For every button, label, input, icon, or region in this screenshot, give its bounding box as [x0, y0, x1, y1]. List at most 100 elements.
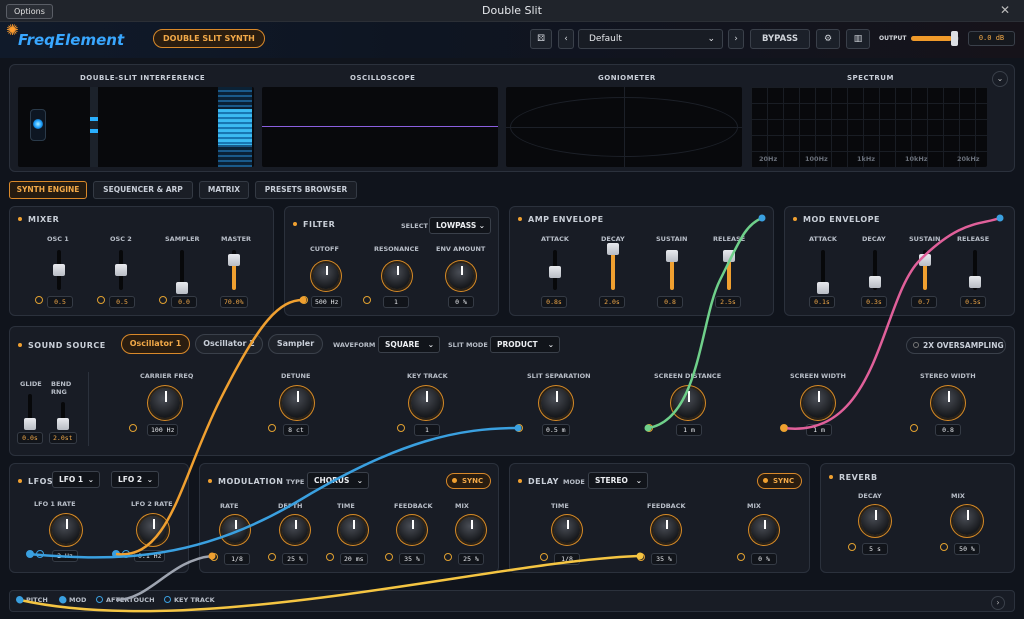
resonance-value[interactable]: 1 — [383, 296, 409, 308]
mod-target-sampler[interactable] — [159, 296, 167, 304]
stereo-width-knob[interactable] — [933, 388, 963, 418]
delay-mode-dropdown[interactable]: STEREO ⌄ — [588, 472, 648, 489]
lfo2-output-jack-2[interactable] — [122, 550, 130, 558]
lfo2-output-jack[interactable] — [112, 550, 120, 558]
mod-decay-handle[interactable] — [869, 276, 881, 288]
mod-release-handle[interactable] — [969, 276, 981, 288]
osc1-fader-handle[interactable] — [53, 264, 65, 276]
amp-sustain-value[interactable]: 0.8 — [657, 296, 683, 308]
waveform-dropdown[interactable]: SQUARE ⌄ — [378, 336, 440, 353]
mod-time-value[interactable]: 20 ms — [340, 553, 368, 565]
delay-time-value[interactable]: 1/8 — [554, 553, 580, 565]
delay-time-knob[interactable] — [554, 517, 580, 543]
mod-feedback-value[interactable]: 35 % — [399, 553, 425, 565]
lfo1-output-jack-2[interactable] — [36, 550, 44, 558]
mod-sustain-value[interactable]: 0.7 — [911, 296, 937, 308]
mod-source-pitch[interactable]: PITCH — [16, 596, 48, 604]
mod-mix-value[interactable]: 25 % — [458, 553, 484, 565]
amp-release-handle[interactable] — [723, 250, 735, 262]
env-amount-knob[interactable] — [448, 263, 474, 289]
mod-target-delay-feedback[interactable] — [637, 553, 645, 561]
mod-target-mod-feedback[interactable] — [385, 553, 393, 561]
mod-target-mod-rate[interactable] — [210, 553, 218, 561]
tab-presets-browser[interactable]: PRESETS BROWSER — [255, 181, 357, 199]
mod-target-mod-time[interactable] — [326, 553, 334, 561]
mod-target-resonance[interactable] — [363, 296, 371, 304]
randomize-button[interactable]: ⚄ — [530, 29, 552, 49]
sampler-tab[interactable]: Sampler — [268, 334, 323, 354]
mod-target-osc2[interactable] — [97, 296, 105, 304]
mod-target-reverb-decay[interactable] — [848, 543, 856, 551]
mod-target-key-track[interactable] — [397, 424, 405, 432]
screen-distance-knob[interactable] — [673, 388, 703, 418]
bend-handle[interactable] — [57, 418, 69, 430]
lfo2-rate-knob[interactable] — [139, 516, 167, 544]
reverb-decay-knob[interactable] — [861, 507, 889, 535]
bypass-button[interactable]: BYPASS — [750, 29, 810, 49]
delay-sync-toggle[interactable]: SYNC — [757, 473, 803, 489]
slit-separation-value[interactable]: 0.5 m — [542, 424, 570, 436]
close-icon[interactable]: ✕ — [1000, 3, 1010, 17]
mod-target-delay-mix[interactable] — [737, 553, 745, 561]
filter-mode-dropdown[interactable]: LOWPASS ⌄ — [429, 217, 491, 234]
mod-target-stereo-width[interactable] — [910, 424, 918, 432]
mod-source-mod[interactable]: MOD — [59, 596, 86, 604]
tab-synth-engine[interactable]: SYNTH ENGINE — [9, 181, 87, 199]
mod-depth-knob[interactable] — [282, 517, 308, 543]
mod-target-reverb-mix[interactable] — [940, 543, 948, 551]
mod-feedback-knob[interactable] — [399, 517, 425, 543]
mod-target-screen-distance[interactable] — [645, 424, 653, 432]
mod-mix-knob[interactable] — [458, 517, 484, 543]
glide-handle[interactable] — [24, 418, 36, 430]
preset-dropdown[interactable]: Default ⌄ — [578, 29, 723, 49]
mod-depth-value[interactable]: 25 % — [282, 553, 308, 565]
amp-decay-handle[interactable] — [607, 243, 619, 255]
lfo1-rate-value[interactable]: 2 Hz — [52, 550, 78, 562]
cutoff-value[interactable]: 500 Hz — [311, 296, 343, 308]
detune-knob[interactable] — [282, 388, 312, 418]
slit-mode-dropdown[interactable]: PRODUCT ⌄ — [490, 336, 560, 353]
mod-target-mod-depth[interactable] — [268, 553, 276, 561]
key-track-value[interactable]: 1 — [414, 424, 440, 436]
amp-attack-value[interactable]: 0.8s — [541, 296, 567, 308]
master-value[interactable]: 70.0% — [220, 296, 248, 308]
reverb-decay-value[interactable]: 5 s — [862, 543, 888, 555]
amp-attack-handle[interactable] — [549, 266, 561, 278]
oscillator-2-tab[interactable]: Oscillator 2 — [195, 334, 263, 354]
output-value[interactable]: 0.0 dB — [968, 31, 1015, 46]
settings-button[interactable]: ⚙ — [816, 29, 840, 49]
carrier-freq-value[interactable]: 100 Hz — [147, 424, 179, 436]
oversampling-toggle[interactable]: 2X OVERSAMPLING — [906, 337, 1006, 354]
mod-source-key-track[interactable]: KEY TRACK — [164, 596, 215, 604]
env-amount-value[interactable]: 0 % — [448, 296, 474, 308]
oscillator-1-tab[interactable]: Oscillator 1 — [121, 334, 190, 354]
mod-sustain-handle[interactable] — [919, 254, 931, 266]
delay-feedback-value[interactable]: 35 % — [651, 553, 677, 565]
mod-target-mod-mix[interactable] — [444, 553, 452, 561]
manual-button[interactable]: ▥ — [846, 29, 870, 49]
mod-time-knob[interactable] — [340, 517, 366, 543]
tab-matrix[interactable]: MATRIX — [199, 181, 249, 199]
osc2-value[interactable]: 0.5 — [109, 296, 135, 308]
mod-target-osc1[interactable] — [35, 296, 43, 304]
amp-decay-value[interactable]: 2.0s — [599, 296, 625, 308]
amp-sustain-handle[interactable] — [666, 250, 678, 262]
mod-target-slit-separation[interactable] — [515, 424, 523, 432]
output-slider-handle[interactable] — [951, 31, 958, 46]
mod-source-aftertouch[interactable]: AFTERTOUCH — [96, 596, 155, 604]
amp-release-value[interactable]: 2.5s — [715, 296, 741, 308]
mod-target-cutoff[interactable] — [300, 296, 308, 304]
sampler-fader-handle[interactable] — [176, 282, 188, 294]
screen-distance-value[interactable]: 1 m — [676, 424, 702, 436]
sampler-value[interactable]: 0.0 — [171, 296, 197, 308]
carrier-freq-knob[interactable] — [150, 388, 180, 418]
osc2-fader-handle[interactable] — [115, 264, 127, 276]
mod-release-value[interactable]: 0.5s — [960, 296, 986, 308]
lfo2-rate-value[interactable]: 0.1 Hz — [134, 550, 166, 562]
tab-sequencer[interactable]: SEQUENCER & ARP — [93, 181, 193, 199]
delay-mix-value[interactable]: 0 % — [751, 553, 777, 565]
cutoff-knob[interactable] — [313, 263, 339, 289]
lfo1-rate-knob[interactable] — [52, 516, 80, 544]
delay-mix-knob[interactable] — [751, 517, 777, 543]
glide-value[interactable]: 0.0s — [17, 432, 43, 444]
